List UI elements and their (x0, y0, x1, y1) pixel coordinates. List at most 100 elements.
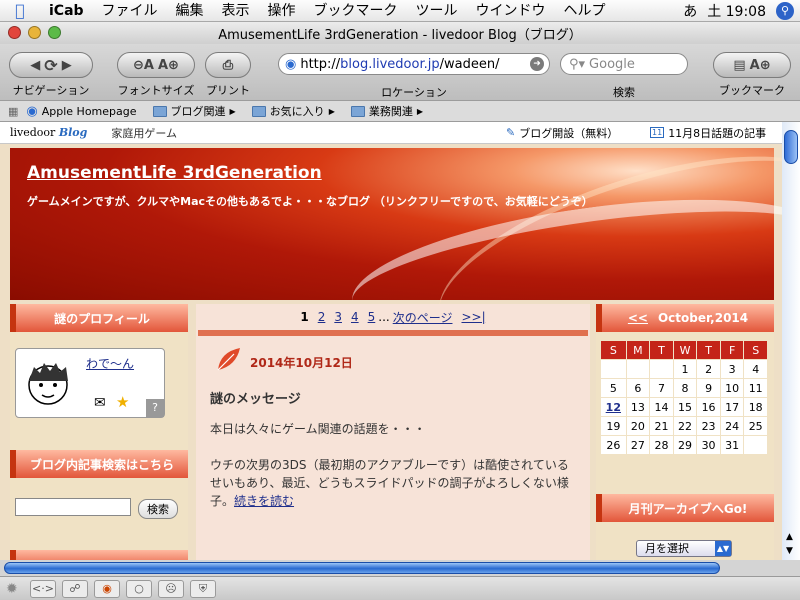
blog-title-link[interactable]: AmusementLife 3rdGeneration (27, 163, 322, 183)
profile-card: わで〜ん ✉ ★ ? (15, 348, 165, 418)
minimize-window-button[interactable] (28, 26, 41, 39)
font-smaller-icon[interactable]: ⊖A (133, 58, 154, 73)
weekday: M (626, 341, 650, 359)
lock-icon[interactable]: ☍ (62, 579, 88, 598)
back-icon[interactable]: ◀ (30, 58, 40, 73)
font-larger-icon[interactable]: A⊕ (158, 58, 179, 73)
calendar-week-row: 12 13 14 15 16 17 18 (601, 398, 767, 416)
menubar-clock[interactable]: 土 19:08 (707, 1, 766, 21)
browser-toolbar: ◀ ⟳ ▶ ナビゲーション ⊖A A⊕ フォントサイズ ⎙ プリント ◉ htt… (0, 44, 800, 100)
bookmark-apple-homepage[interactable]: ◉ Apple Homepage (26, 104, 136, 119)
entry-title[interactable]: 謎のメッセージ (210, 388, 301, 407)
calendar-body: 1 2 3 4 5 6 7 8 9 10 11 12 13 14 15 16 17 18 19 20 21 22 23 24 2… (601, 360, 767, 454)
menu-app-icab[interactable]: iCab (40, 0, 93, 22)
menu-go[interactable]: 操作 (259, 0, 305, 22)
go-arrow-icon[interactable]: ➜ (530, 57, 544, 71)
vertical-scrollbar[interactable]: ▲ ▼ (782, 122, 800, 560)
menu-file[interactable]: ファイル (93, 0, 167, 22)
navigation-buttons: ◀ ⟳ ▶ (9, 52, 93, 78)
page-link[interactable]: 4 (351, 310, 359, 324)
menu-view[interactable]: 表示 (213, 0, 259, 22)
blog-header: AmusementLife 3rdGeneration ゲームメインですが、クル… (10, 144, 782, 390)
blog-search-input[interactable] (15, 498, 131, 516)
bookmarks-manager-icon[interactable]: ▦ (8, 105, 18, 118)
input-method-indicator[interactable]: あ (683, 1, 697, 21)
search-heading: ブログ内記事検索はこちら (10, 450, 188, 478)
profile-name-link[interactable]: わで〜ん (86, 355, 134, 372)
calendar-table: S M T W T F S 1 2 3 4 5 6 7 8 9 10 11 12 13 14 15 16 17 1… (600, 340, 768, 455)
bookmarks-icon[interactable]: ▤ (733, 58, 745, 73)
weekday: T (650, 341, 673, 359)
calendar-day: 24 (720, 417, 744, 435)
menu-tools[interactable]: ツール (407, 0, 467, 22)
search-field[interactable]: ⚲▾ Google (560, 53, 688, 75)
topic-articles-link[interactable]: 11 11月8日話題の記事 (650, 125, 766, 141)
url-path: /wadeen/ (439, 56, 500, 72)
print-group: ⎙ プリント (204, 52, 252, 98)
page-link[interactable]: 2 (318, 310, 326, 324)
url-field[interactable]: ◉ http://blog.livedoor.jp/wadeen/ ➜ (278, 53, 550, 75)
mail-icon[interactable]: ✉ (94, 395, 106, 411)
profile-heading: 謎のプロフィール (10, 304, 188, 332)
zoom-window-button[interactable] (48, 26, 61, 39)
error-face-icon[interactable]: ☹ (158, 579, 184, 598)
page-link[interactable]: 5 (368, 310, 376, 324)
calendar-day: 23 (697, 417, 720, 435)
calendar-day: 20 (626, 417, 650, 435)
scroll-up-arrow-icon[interactable]: ▲ (786, 532, 793, 542)
close-window-button[interactable] (8, 26, 21, 39)
bookmark-folder-blog[interactable]: ブログ関連 ▶ (152, 103, 236, 119)
page-ellipsis: ... (378, 310, 390, 324)
calendar-week-row: 1234 (601, 360, 767, 378)
calendar-day: 21 (650, 417, 673, 435)
last-page-link[interactable]: >>| (461, 310, 485, 324)
forward-icon[interactable]: ▶ (62, 58, 72, 73)
activity-spinner-icon: ✹ (6, 580, 18, 597)
page-link[interactable]: 3 (334, 310, 342, 324)
blog-search-button[interactable]: 検索 (138, 499, 178, 519)
help-badge[interactable]: ? (146, 399, 164, 417)
open-blog-link[interactable]: ✎ ブログ開設（無料） (506, 125, 618, 141)
calendar-weekday-row: S M T W T F S (601, 341, 767, 359)
menu-edit[interactable]: 編集 (167, 0, 213, 22)
weekday: S (744, 341, 767, 359)
pagination: 1 2 3 4 5 ... 次のページ >>| (196, 304, 590, 330)
navigation-group: ◀ ⟳ ▶ ナビゲーション (8, 52, 94, 98)
entry-body: 本日は久々にゲーム関連の話題を・・・ ウチの次男の3DS（最初期のアクアブルーで… (210, 420, 580, 510)
calendar-day-today[interactable]: 12 (601, 398, 626, 416)
bookmark-label: ブックマーク (719, 84, 785, 97)
globe-icon: ◉ (26, 103, 38, 119)
window-title: AmusementLife 3rdGeneration - livedoor B… (218, 27, 582, 43)
vertical-scroll-thumb[interactable] (784, 130, 798, 164)
cookie-icon[interactable]: ○ (126, 579, 152, 598)
source-code-icon[interactable]: <·> (30, 579, 56, 598)
window-titlebar[interactable]: AmusementLife 3rdGeneration - livedoor B… (0, 22, 800, 44)
favorite-star-icon[interactable]: ★ (116, 393, 129, 411)
next-page-link[interactable]: 次のページ (393, 309, 453, 326)
scroll-down-arrow-icon[interactable]: ▼ (786, 546, 793, 556)
livedoor-blog-logo[interactable]: livedoor Blog (10, 126, 87, 139)
reload-icon[interactable]: ⟳ (44, 56, 57, 75)
menu-window[interactable]: ウインドウ (467, 0, 555, 22)
filter-shield-icon[interactable]: ⛨ (190, 579, 216, 598)
spotlight-icon[interactable]: ⚲ (776, 2, 794, 20)
calendar-day (601, 360, 626, 378)
read-more-link[interactable]: 続きを読む (234, 494, 294, 508)
add-bookmark-icon[interactable]: A⊕ (750, 58, 771, 73)
bookmark-folder-favorites[interactable]: お気に入り ▶ (251, 103, 335, 119)
calendar-prev-link[interactable]: << (628, 311, 648, 325)
pencil-icon: ✎ (506, 126, 516, 139)
print-button[interactable]: ⎙ (205, 52, 251, 78)
avatar[interactable] (20, 355, 76, 411)
archive-month-select[interactable]: 月を選択 ▲▼ (636, 540, 732, 557)
menu-bookmarks[interactable]: ブックマーク (305, 0, 407, 22)
bookmark-group: ▤ A⊕ ブックマーク (712, 52, 792, 98)
search-magnifier-icon: ⚲▾ (569, 56, 586, 72)
navigation-label: ナビゲーション (12, 84, 90, 97)
rss-icon[interactable]: ◉ (94, 579, 120, 598)
blog-category-link[interactable]: 家庭用ゲーム (111, 125, 177, 141)
apple-menu-icon[interactable]:  (0, 1, 40, 20)
submenu-arrow-icon: ▶ (328, 106, 335, 116)
menu-help[interactable]: ヘルプ (555, 0, 615, 22)
bookmark-folder-work[interactable]: 業務関連 ▶ (350, 103, 423, 119)
